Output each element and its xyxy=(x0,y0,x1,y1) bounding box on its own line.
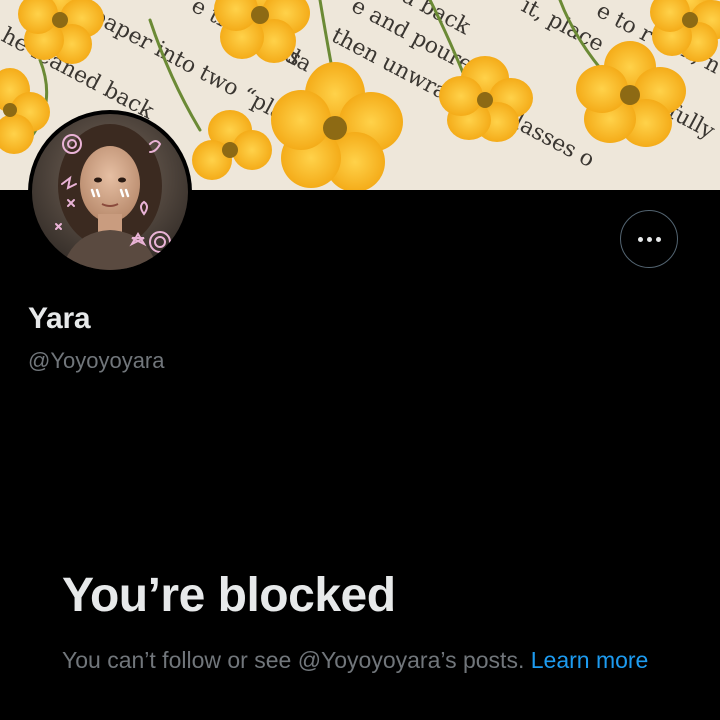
avatar[interactable] xyxy=(28,110,192,274)
display-name: Yara xyxy=(28,302,91,335)
username-handle: @Yoyoyoyara xyxy=(28,348,165,373)
blocked-message-suffix: ’s posts. xyxy=(440,647,525,673)
blocked-message-handle: @Yoyoyoyara xyxy=(297,647,441,673)
learn-more-link[interactable]: Learn more xyxy=(531,647,649,673)
blocked-message: You can’t follow or see @Yoyoyoyara’s po… xyxy=(62,644,662,677)
blocked-message-prefix: You can’t follow or see xyxy=(62,647,298,673)
blocked-title: You’re blocked xyxy=(62,569,396,622)
more-options-button[interactable] xyxy=(620,210,678,268)
more-horizontal-icon xyxy=(637,236,661,242)
avatar-photo xyxy=(32,114,188,270)
